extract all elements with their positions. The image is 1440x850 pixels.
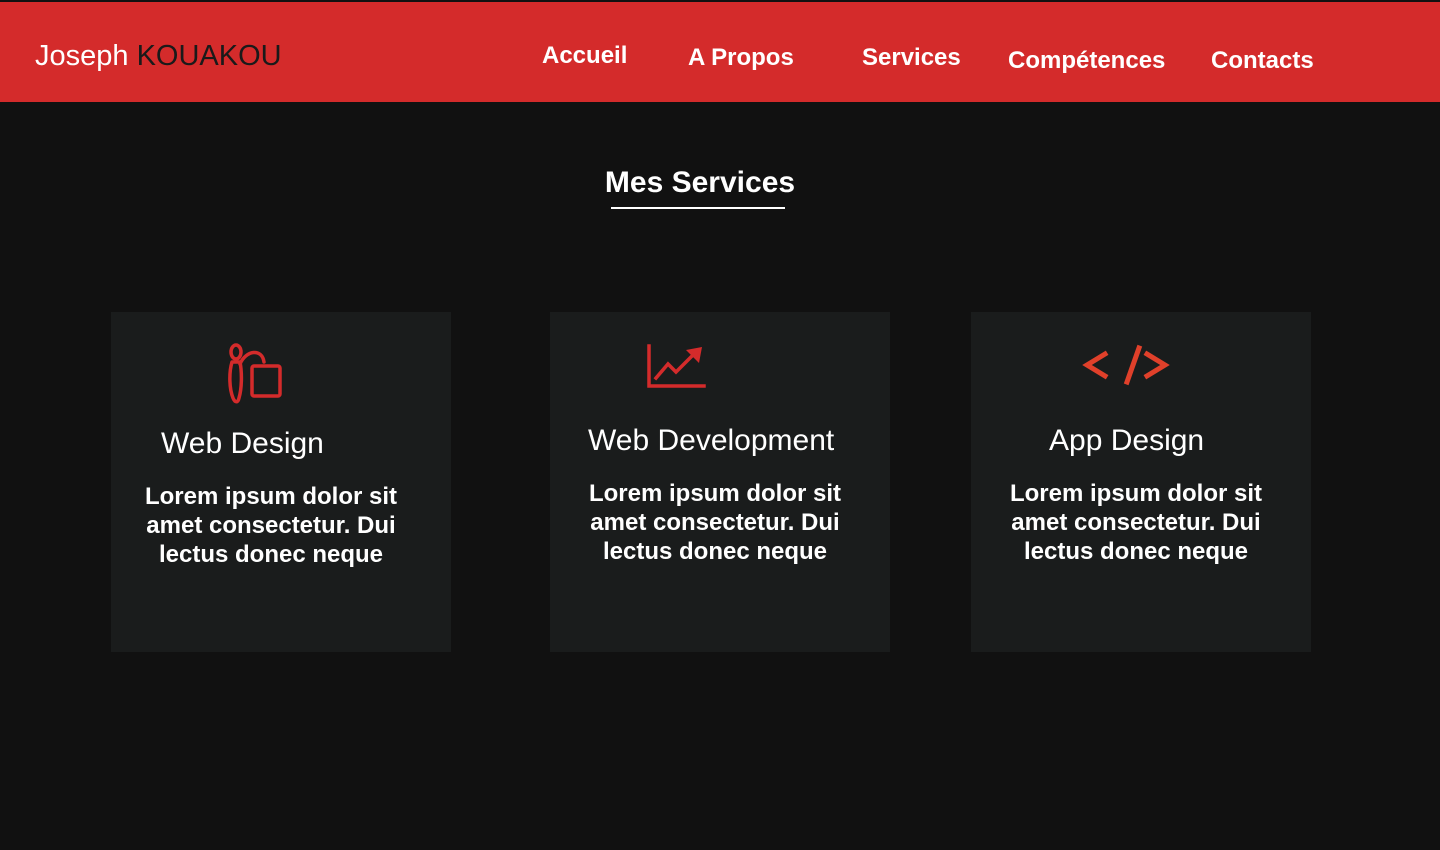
service-card-web-design[interactable]: Web Design Lorem ipsum dolor sit amet co… xyxy=(111,312,451,652)
card-description-line: lectus donec neque xyxy=(158,541,384,568)
line-chart-icon xyxy=(646,344,706,395)
section-title: Mes Services xyxy=(604,166,796,199)
card-description-line: lectus donec neque xyxy=(1023,538,1249,565)
nav-link-services[interactable]: Services xyxy=(862,44,961,72)
nav-link-a-propos[interactable]: A Propos xyxy=(688,44,794,72)
code-icon xyxy=(1081,344,1171,393)
nav-link-accueil[interactable]: Accueil xyxy=(542,42,627,70)
card-description: Lorem ipsum dolor sit amet consectetur. … xyxy=(545,479,885,566)
nav-link-competences[interactable]: Compétences xyxy=(1008,47,1165,75)
card-description-line: amet consectetur. Dui xyxy=(590,509,840,536)
card-title: App Design xyxy=(1049,424,1205,457)
card-description-line: Lorem ipsum dolor sit xyxy=(144,483,398,510)
top-navbar: Joseph KOUAKOU Accueil A Propos Services… xyxy=(0,2,1440,102)
card-description: Lorem ipsum dolor sit amet consectetur. … xyxy=(101,482,441,569)
card-title: Web Development xyxy=(588,424,835,457)
card-description-line: amet consectetur. Dui xyxy=(1011,509,1261,536)
brand-last-name: KOUAKOU xyxy=(136,40,282,72)
page: Joseph KOUAKOU Accueil A Propos Services… xyxy=(0,0,1440,850)
nav-link-contacts[interactable]: Contacts xyxy=(1211,47,1314,75)
service-card-app-design[interactable]: App Design Lorem ipsum dolor sit amet co… xyxy=(971,312,1311,652)
card-description-line: Lorem ipsum dolor sit xyxy=(588,480,842,507)
card-description-line: amet consectetur. Dui xyxy=(146,512,396,539)
section-title-underline xyxy=(611,207,785,209)
service-card-web-development[interactable]: Web Development Lorem ipsum dolor sit am… xyxy=(550,312,890,652)
card-description-line: Lorem ipsum dolor sit xyxy=(1009,480,1263,507)
card-title: Web Design xyxy=(161,427,324,460)
brand-first-name: Joseph xyxy=(35,40,129,72)
paint-brush-icon xyxy=(226,342,284,409)
card-description-line: lectus donec neque xyxy=(602,538,828,565)
card-description: Lorem ipsum dolor sit amet consectetur. … xyxy=(966,479,1306,566)
brand-logo[interactable]: Joseph KOUAKOU xyxy=(35,39,282,73)
